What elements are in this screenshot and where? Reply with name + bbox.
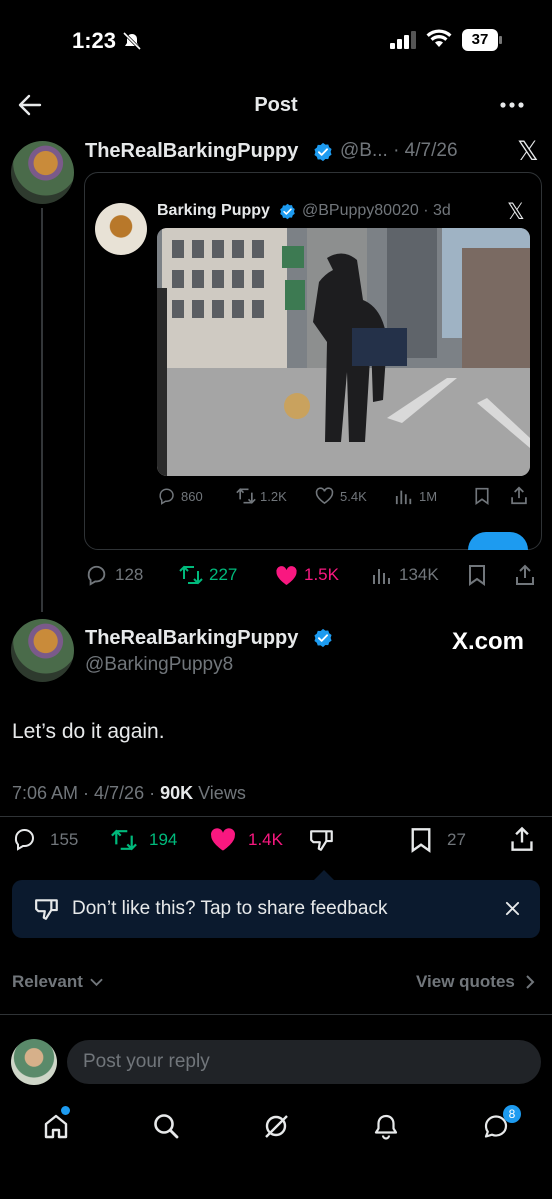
quoted-handle: @BPuppy80020 · 3d (302, 202, 451, 220)
compose-button[interactable] (468, 532, 528, 550)
handle[interactable]: @BarkingPuppy8 (85, 654, 233, 676)
bookmark-icon[interactable] (468, 564, 486, 586)
repost-icon[interactable] (178, 565, 204, 585)
thread-line (41, 208, 43, 612)
search-icon[interactable] (152, 1112, 180, 1140)
chevron-right-icon[interactable] (526, 975, 535, 989)
repost-count: 194 (149, 830, 178, 849)
quoted-avatar[interactable] (95, 203, 147, 255)
heart-icon[interactable] (208, 827, 238, 853)
divider (0, 816, 552, 817)
sort-dropdown[interactable]: Relevant (12, 972, 83, 992)
views-icon[interactable] (395, 487, 413, 505)
wifi-icon (426, 29, 452, 47)
views-count: 90K (160, 783, 194, 803)
chevron-down-icon[interactable] (90, 978, 103, 987)
bell-icon[interactable] (372, 1112, 400, 1140)
verified-icon (280, 203, 295, 220)
bookmark-icon[interactable] (474, 487, 490, 505)
quoted-reply-count: 860 (181, 489, 203, 504)
reply-icon[interactable] (12, 827, 38, 851)
close-icon[interactable] (505, 901, 520, 916)
handle-date: @B... · 4/7/26 (340, 140, 458, 161)
bookmark-icon[interactable] (410, 827, 432, 853)
quoted-handle-text: @BPuppy80020 (302, 202, 419, 219)
bookmark-count: 27 (447, 830, 466, 849)
quoted-media-image[interactable] (157, 228, 530, 476)
messages-badge: 8 (503, 1105, 521, 1123)
display-name[interactable]: TheRealBarkingPuppy (85, 140, 298, 162)
feedback-text[interactable]: Don’t like this? Tap to share feedback (72, 898, 387, 920)
x-com-watermark: X.com (452, 628, 525, 655)
quoted-view-count: 1M (419, 489, 438, 504)
divider (0, 1014, 552, 1015)
x-logo-icon: 𝕏 (517, 136, 539, 166)
like-count: 1.5K (304, 565, 339, 584)
repost-icon[interactable] (110, 829, 138, 851)
more-icon[interactable] (500, 102, 524, 108)
heart-icon[interactable] (274, 565, 299, 587)
display-name[interactable]: TheRealBarkingPuppy (85, 627, 298, 650)
quoted-repost-count: 1.2K (260, 489, 287, 504)
verified-icon (314, 628, 332, 648)
repost-icon[interactable] (236, 487, 256, 505)
dislike-icon (35, 899, 58, 920)
post-timestamp: 7:06 AM · 4/7/26 · (12, 783, 161, 803)
home-notification-dot (61, 1106, 70, 1115)
quoted-display-name[interactable]: Barking Puppy (157, 202, 270, 220)
reply-count: 128 (115, 565, 144, 584)
parent-post-header: TheRealBarkingPuppy (85, 140, 298, 163)
cellular-signal-icon (390, 31, 416, 49)
x-logo-icon: 𝕏 (507, 199, 525, 224)
reply-icon[interactable] (85, 564, 109, 586)
bell-muted-icon (122, 32, 142, 50)
views-label: Views (198, 783, 246, 803)
avatar[interactable] (11, 619, 74, 682)
share-icon[interactable] (510, 826, 534, 852)
reply-icon[interactable] (158, 487, 176, 505)
verified-icon (314, 142, 332, 162)
dislike-icon[interactable] (309, 828, 335, 852)
reply-input[interactable]: Post your reply (67, 1040, 541, 1084)
reply-count: 155 (50, 830, 79, 849)
share-icon[interactable] (515, 564, 535, 586)
post-meta: 7:06 AM · 4/7/26 · 90K Views (12, 783, 246, 804)
my-avatar[interactable] (11, 1039, 57, 1085)
sort-label: Relevant (12, 972, 83, 991)
quoted-age: · 3d (423, 202, 451, 219)
battery-tip (499, 36, 502, 44)
tooltip-arrow (314, 870, 334, 880)
quoted-like-count: 5.4K (340, 489, 367, 504)
view-count: 134K (399, 565, 439, 584)
repost-count: 227 (209, 565, 238, 584)
views-icon[interactable] (372, 565, 392, 585)
like-count: 1.4K (248, 830, 283, 849)
grok-icon[interactable] (262, 1112, 290, 1140)
status-time: 1:23 (72, 28, 117, 53)
post-text: Let’s do it again. (12, 720, 165, 743)
avatar[interactable] (11, 141, 74, 204)
share-icon[interactable] (510, 486, 528, 505)
home-icon[interactable] (42, 1112, 70, 1140)
battery-indicator: 37 (462, 29, 498, 51)
heart-icon[interactable] (315, 487, 334, 505)
view-quotes-link[interactable]: View quotes (416, 972, 515, 992)
page-title: Post (254, 94, 298, 116)
